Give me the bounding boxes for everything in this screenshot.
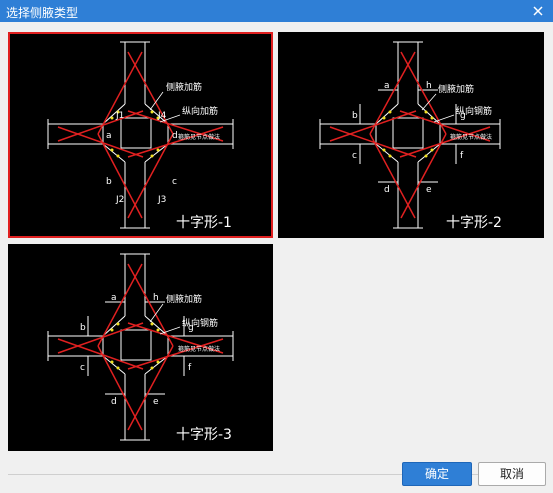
cancel-button[interactable]: 取消 bbox=[478, 462, 546, 486]
label-b: b bbox=[352, 111, 358, 121]
label-d: d bbox=[172, 131, 178, 141]
label-long: 纵向加筋 bbox=[182, 105, 218, 117]
label-b: b bbox=[106, 177, 112, 187]
title-bar: 选择侧腋类型 bbox=[0, 0, 553, 22]
label-f: f bbox=[460, 151, 464, 161]
cross-3-diagram: 侧腋加筋 纵向钢筋 箍筋见节点做法 a b c d e f g h bbox=[47, 253, 234, 441]
label-rib: 侧腋加筋 bbox=[166, 293, 202, 305]
label-d: d bbox=[111, 397, 117, 407]
label-note: 箍筋见节点做法 bbox=[178, 345, 220, 353]
label-c: c bbox=[80, 363, 85, 373]
label-h: h bbox=[153, 293, 159, 303]
label-a: a bbox=[111, 293, 117, 303]
option-cross-2[interactable]: 侧腋加筋 纵向钢筋 箍筋见节点做法 a b c d e f g h 十字形-2 bbox=[278, 32, 544, 238]
label-rib: 侧腋加筋 bbox=[166, 81, 202, 93]
label-h: h bbox=[426, 81, 432, 91]
option-cross-1[interactable]: 侧腋加筋 纵向加筋 箍筋见节点做法 J1 J2 J3 J4 a b c d 十字… bbox=[8, 32, 273, 238]
label-f: f bbox=[188, 363, 192, 373]
label-j3: J3 bbox=[157, 195, 166, 205]
label-note: 箍筋见节点做法 bbox=[178, 133, 220, 141]
label-d: d bbox=[384, 185, 390, 195]
label-e: e bbox=[153, 397, 159, 407]
option-caption: 十字形-3 bbox=[176, 427, 232, 443]
close-icon[interactable] bbox=[529, 2, 547, 20]
label-e: e bbox=[426, 185, 432, 195]
label-c: c bbox=[172, 177, 177, 187]
label-b: b bbox=[80, 323, 86, 333]
label-g: g bbox=[460, 111, 466, 121]
ok-button[interactable]: 确定 bbox=[402, 462, 472, 486]
label-j4: J4 bbox=[157, 111, 167, 121]
dialog-content: 侧腋加筋 纵向加筋 箍筋见节点做法 J1 J2 J3 J4 a b c d 十字… bbox=[0, 22, 553, 493]
label-a: a bbox=[106, 131, 112, 141]
label-g: g bbox=[188, 323, 194, 333]
label-rib: 侧腋加筋 bbox=[438, 83, 474, 95]
option-caption: 十字形-1 bbox=[176, 215, 232, 231]
option-caption: 十字形-2 bbox=[446, 215, 502, 231]
dialog-title: 选择侧腋类型 bbox=[6, 6, 79, 20]
label-note: 箍筋见节点做法 bbox=[450, 133, 492, 141]
option-cross-3[interactable]: 侧腋加筋 纵向钢筋 箍筋见节点做法 a b c d e f g h 十字形-3 bbox=[8, 244, 273, 451]
label-j1: J1 bbox=[115, 111, 124, 121]
label-c: c bbox=[352, 151, 357, 161]
label-a: a bbox=[384, 81, 390, 91]
cross-2-diagram: 侧腋加筋 纵向钢筋 箍筋见节点做法 a b c d e f g h bbox=[319, 41, 501, 229]
cross-1-diagram: 侧腋加筋 纵向加筋 箍筋见节点做法 J1 J2 J3 J4 a b c d bbox=[47, 41, 234, 229]
label-j2: J2 bbox=[115, 195, 124, 205]
